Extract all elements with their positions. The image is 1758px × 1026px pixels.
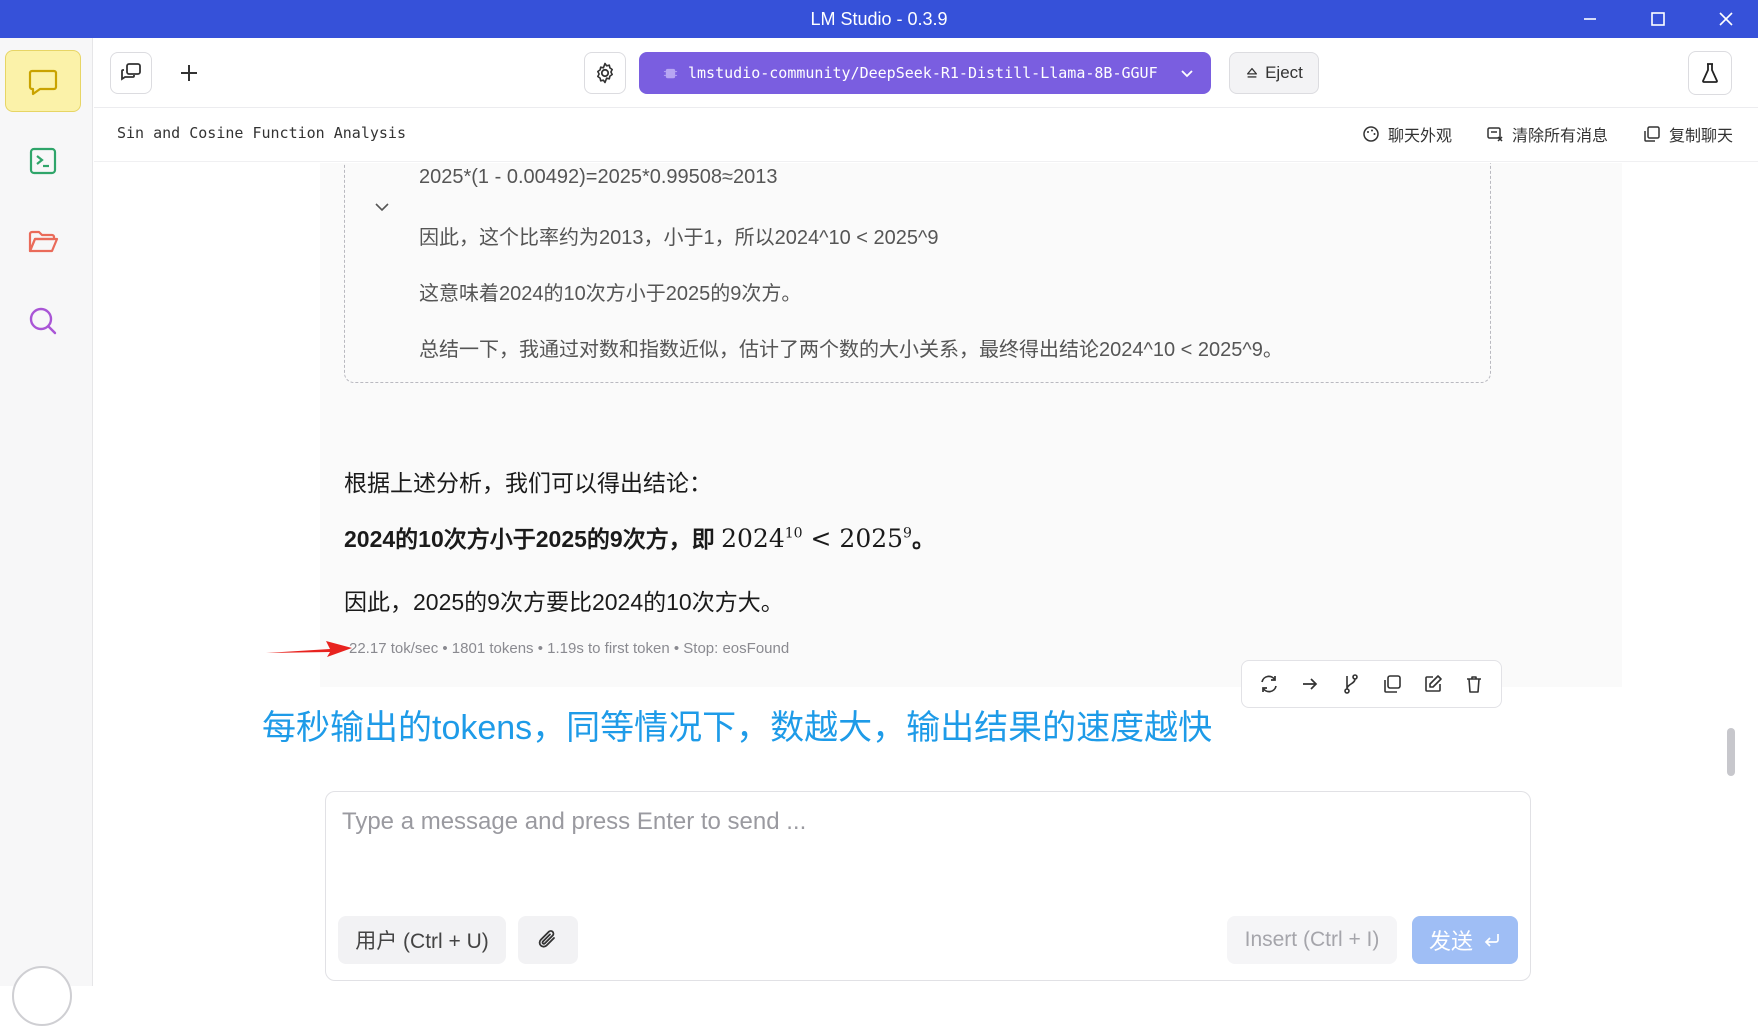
- clear-all-messages-button[interactable]: 清除所有消息: [1486, 122, 1608, 146]
- sidebar-item-models[interactable]: [5, 210, 81, 272]
- copy-chat-label: 复制聊天: [1669, 128, 1734, 145]
- delete-message-button[interactable]: [1459, 669, 1489, 699]
- scrollbar-thumb[interactable]: [1727, 728, 1735, 776]
- eject-button[interactable]: Eject: [1229, 52, 1319, 94]
- send-label: 发送: [1428, 929, 1473, 954]
- edit-message-button[interactable]: [1418, 669, 1448, 699]
- chevron-down-icon[interactable]: [371, 196, 393, 218]
- branch-button[interactable]: [1336, 669, 1366, 699]
- enter-key-icon: [1484, 934, 1499, 947]
- window-title: LM Studio - 0.3.9: [810, 8, 948, 29]
- answer-conclusion-text: 2024的10次方小于2025的9次方，即: [344, 526, 715, 552]
- thought-line: 因此，这个比率约为2013，小于1，所以2024^10 < 2025^9: [419, 227, 939, 249]
- eject-icon: [1247, 67, 1258, 78]
- chats-panel-icon: [121, 63, 141, 81]
- chat-icon: [28, 69, 58, 96]
- arrow-right-icon: [1302, 678, 1317, 690]
- answer-conclusion: 2024的10次方小于2025的9次方，即 202410 < 20259。: [344, 524, 935, 553]
- window-titlebar: LM Studio - 0.3.9: [0, 0, 1758, 38]
- sidebar-item-search[interactable]: [5, 290, 81, 352]
- chat-header: Sin and Cosine Function Analysis 聊天外观 清除…: [94, 108, 1758, 162]
- minimize-button[interactable]: [1556, 0, 1624, 38]
- message-composer: 用户 (Ctrl + U) Insert (Ctrl + I) 发送: [325, 791, 1531, 981]
- annotation-arrow: [266, 641, 352, 657]
- flask-icon: [1702, 63, 1718, 83]
- search-icon: [29, 307, 57, 335]
- sidebar-item-chat[interactable]: [5, 50, 81, 112]
- regenerate-icon: [1260, 675, 1277, 693]
- palette-icon: [1363, 126, 1379, 142]
- close-icon: [1719, 12, 1733, 26]
- new-chat-button[interactable]: [167, 51, 211, 95]
- user-avatar-button[interactable]: [12, 966, 72, 1026]
- insert-button[interactable]: Insert (Ctrl + I): [1227, 916, 1397, 964]
- chat-title[interactable]: Sin and Cosine Function Analysis: [117, 124, 406, 142]
- attach-file-button[interactable]: [518, 916, 578, 964]
- branch-icon: [1344, 674, 1358, 694]
- sidebar: [0, 38, 93, 1026]
- gear-icon: [597, 62, 613, 84]
- maximize-icon: [1651, 12, 1665, 26]
- plus-icon: [181, 65, 197, 81]
- close-button[interactable]: [1692, 0, 1758, 38]
- top-toolbar: lmstudio-community/DeepSeek-R1-Distill-L…: [94, 38, 1758, 108]
- model-settings-button[interactable]: [584, 52, 626, 94]
- toggle-chats-button[interactable]: [110, 52, 152, 94]
- answer-intro: 根据上述分析，我们可以得出结论：: [344, 470, 712, 496]
- copy-icon: [1644, 126, 1660, 142]
- model-name: lmstudio-community/DeepSeek-R1-Distill-L…: [688, 64, 1158, 82]
- message-actions: [1241, 660, 1502, 708]
- copy-chat-button[interactable]: 复制聊天: [1643, 122, 1733, 146]
- annotation-text: 每秒输出的tokens，同等情况下，数越大，输出结果的速度越快: [262, 709, 1213, 747]
- role-selector-button[interactable]: 用户 (Ctrl + U): [338, 916, 506, 964]
- regenerate-button[interactable]: [1254, 669, 1284, 699]
- chat-area: 2025*(1 - 0.00492)=2025*0.99508≈2013 因此，…: [94, 163, 1758, 986]
- chevron-down-icon: [1181, 70, 1193, 78]
- sidebar-item-developer[interactable]: [5, 130, 81, 192]
- minimize-icon: [1584, 18, 1596, 20]
- model-chip-icon: [663, 68, 678, 78]
- copy-icon: [1384, 675, 1401, 693]
- thought-line: 总结一下，我通过对数和指数近似，估计了两个数的大小关系，最终得出结论2024^1…: [419, 339, 1283, 361]
- send-button[interactable]: 发送: [1412, 916, 1518, 964]
- eject-label: Eject: [1265, 63, 1303, 82]
- edit-icon: [1425, 675, 1443, 692]
- trash-icon: [1467, 676, 1482, 693]
- terminal-icon: [29, 147, 57, 175]
- clear-messages-icon: [1487, 127, 1503, 142]
- message-input[interactable]: [342, 808, 1512, 878]
- chat-appearance-label: 聊天外观: [1388, 128, 1453, 145]
- folder-icon: [28, 230, 59, 253]
- math-expression: 202410 < 20259: [721, 524, 912, 553]
- maximize-button[interactable]: [1624, 0, 1692, 38]
- thinking-block: 2025*(1 - 0.00492)=2025*0.99508≈2013 因此，…: [344, 163, 1491, 383]
- copy-message-button[interactable]: [1377, 669, 1407, 699]
- chat-appearance-button[interactable]: 聊天外观: [1362, 122, 1452, 146]
- continue-button[interactable]: [1295, 669, 1325, 699]
- clear-all-messages-label: 清除所有消息: [1512, 128, 1609, 145]
- paperclip-icon: [538, 930, 555, 948]
- lab-button[interactable]: [1688, 51, 1732, 95]
- model-selector[interactable]: lmstudio-community/DeepSeek-R1-Distill-L…: [639, 52, 1211, 94]
- answer-final: 因此，2025的9次方要比2024的10次方大。: [344, 589, 784, 615]
- thought-line: 这意味着2024的10次方小于2025的9次方。: [419, 283, 802, 305]
- thought-line: 2025*(1 - 0.00492)=2025*0.99508≈2013: [419, 166, 778, 188]
- generation-stats: 22.17 tok/sec • 1801 tokens • 1.19s to f…: [349, 640, 790, 657]
